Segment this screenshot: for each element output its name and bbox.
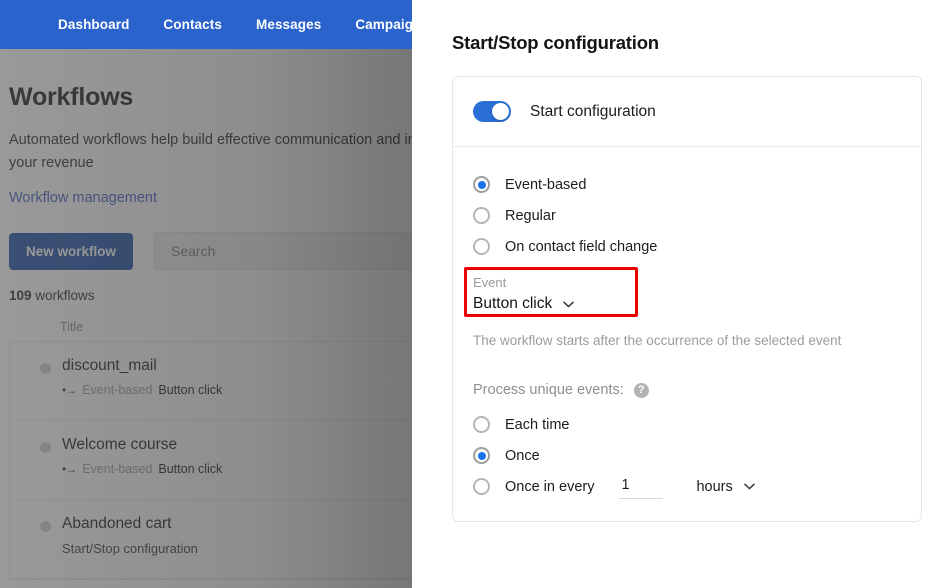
radio-option-once[interactable]: Once bbox=[473, 440, 921, 471]
workflows-page: Workflows Automated workflows help build… bbox=[0, 49, 412, 588]
workflow-count-number: 109 bbox=[9, 288, 32, 303]
toggle-knob bbox=[492, 103, 509, 120]
radio-label: Regular bbox=[505, 207, 556, 224]
new-workflow-button[interactable]: New workflow bbox=[9, 232, 134, 270]
interval-unit-value: hours bbox=[696, 478, 733, 495]
column-header-title: Title bbox=[60, 320, 84, 334]
radio-label: On contact field change bbox=[505, 238, 658, 255]
radio-indicator bbox=[473, 478, 490, 495]
event-select-value: Button click bbox=[473, 295, 553, 312]
workflow-list: discount_mail •→ Event-based Button clic… bbox=[9, 341, 412, 580]
event-select[interactable]: Button click bbox=[473, 295, 647, 313]
workflow-count: 109 workflows bbox=[9, 288, 412, 303]
chevron-down-icon bbox=[563, 301, 575, 307]
workflow-name: discount_mail bbox=[62, 357, 157, 374]
process-unique-events-options: Each time Once Once in every hours bbox=[473, 409, 921, 502]
workflow-trigger-event: Button click bbox=[158, 462, 223, 476]
workflow-trigger-event: Button click bbox=[158, 383, 223, 397]
process-unique-events-label: Process unique events: bbox=[473, 382, 624, 398]
panel-title: Start/Stop configuration bbox=[452, 32, 659, 53]
radio-label: Once in every bbox=[505, 478, 595, 495]
radio-option-event-based[interactable]: Event-based bbox=[473, 169, 921, 200]
configuration-body: Event-based Regular On contact field cha… bbox=[453, 147, 921, 502]
event-hint-text: The workflow starts after the occurrence… bbox=[473, 333, 842, 348]
table-row[interactable]: Welcome course •→ Event-based Button cli… bbox=[10, 421, 412, 500]
toggle-label: Start configuration bbox=[530, 102, 656, 120]
radio-option-once-in-every[interactable]: Once in every hours bbox=[473, 471, 921, 502]
search-input[interactable]: Search bbox=[154, 232, 412, 270]
trigger-arrow-icon: •→ bbox=[62, 383, 77, 397]
radio-indicator bbox=[473, 176, 490, 193]
page-title: Workflows bbox=[9, 83, 134, 111]
search-placeholder: Search bbox=[171, 243, 216, 259]
workflow-trigger-type: Event-based bbox=[82, 383, 153, 397]
event-field-label: Event bbox=[473, 275, 507, 290]
radio-indicator bbox=[473, 416, 490, 433]
radio-option-regular[interactable]: Regular bbox=[473, 200, 921, 231]
top-navigation-bar: Dashboard Contacts Messages Campaigns bbox=[0, 0, 412, 49]
workflow-trigger-type: Event-based bbox=[82, 462, 153, 476]
process-unique-events-header: Process unique events: ? bbox=[473, 382, 921, 398]
help-icon[interactable]: ? bbox=[633, 382, 649, 398]
workflow-trigger: •→ Event-based Button click bbox=[62, 462, 222, 476]
start-stop-configuration-panel: Start/Stop configuration Start configura… bbox=[412, 0, 932, 588]
chevron-down-icon bbox=[743, 483, 755, 490]
radio-label: Each time bbox=[505, 416, 570, 433]
background-app: Dashboard Contacts Messages Campaigns Wo… bbox=[0, 0, 412, 588]
interval-value-input[interactable] bbox=[619, 474, 664, 499]
radio-label: Event-based bbox=[505, 176, 587, 193]
radio-label: Once bbox=[505, 447, 540, 464]
screen: Dashboard Contacts Messages Campaigns Wo… bbox=[0, 0, 932, 588]
workflow-name: Welcome course bbox=[62, 436, 178, 453]
nav-item-dashboard[interactable]: Dashboard bbox=[58, 17, 129, 32]
nav-item-contacts[interactable]: Contacts bbox=[163, 17, 222, 32]
page-description: Automated workflows help build effective… bbox=[9, 132, 412, 171]
radio-indicator bbox=[473, 447, 490, 464]
workflow-name: Abandoned cart bbox=[62, 515, 172, 532]
start-configuration-toggle[interactable] bbox=[473, 101, 511, 122]
interval-unit-select[interactable]: hours bbox=[696, 478, 755, 495]
status-dot-icon bbox=[40, 521, 51, 532]
table-row[interactable]: discount_mail •→ Event-based Button clic… bbox=[10, 342, 412, 421]
nav-item-messages[interactable]: Messages bbox=[256, 17, 321, 32]
workflow-management-link[interactable]: Workflow management bbox=[9, 190, 412, 206]
status-dot-icon bbox=[40, 363, 51, 374]
trigger-arrow-icon: •→ bbox=[62, 462, 77, 476]
radio-option-each-time[interactable]: Each time bbox=[473, 409, 921, 440]
status-dot-icon bbox=[40, 442, 51, 453]
nav-item-campaigns[interactable]: Campaigns bbox=[355, 17, 412, 32]
workflow-trigger: •→ Event-based Button click bbox=[62, 383, 222, 397]
workflows-toolbar: New workflow Search bbox=[9, 232, 412, 270]
event-select-container: Event Button click bbox=[464, 267, 647, 317]
radio-indicator bbox=[473, 207, 490, 224]
configuration-card: Start configuration Event-based Regular … bbox=[452, 76, 922, 522]
workflow-count-word: workflows bbox=[35, 288, 95, 303]
workflow-subtitle: Start/Stop configuration bbox=[62, 541, 198, 556]
start-configuration-header: Start configuration bbox=[453, 77, 921, 147]
radio-option-on-contact-field-change[interactable]: On contact field change bbox=[473, 231, 921, 262]
radio-indicator bbox=[473, 238, 490, 255]
table-row[interactable]: Abandoned cart Start/Stop configuration bbox=[10, 500, 412, 579]
